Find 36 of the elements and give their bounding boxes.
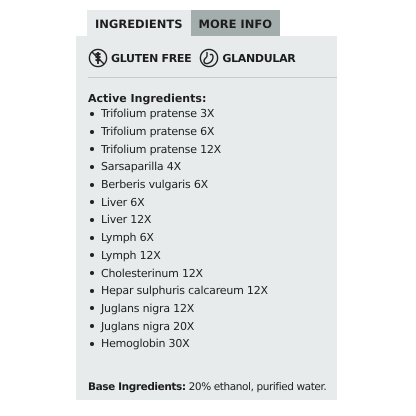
- ingredient-item: Hemoglobin 30X: [101, 337, 190, 350]
- badge-label: GLANDULAR: [222, 52, 296, 64]
- ingredient-item: Liver 12X: [101, 213, 152, 226]
- active-ingredients-heading: Active Ingredients:: [88, 92, 208, 105]
- badge-label: GLUTEN FREE: [111, 52, 192, 64]
- tab[interactable]: MORE INFO: [190, 10, 280, 36]
- ingredient-item: Juglans nigra 20X: [101, 320, 194, 333]
- bullet-icon: [90, 164, 94, 169]
- bullet-icon: [90, 112, 94, 116]
- ingredient-item: Sarsaparilla 4X: [101, 160, 181, 174]
- ingredient-item: Trifolium pratense 6X: [101, 125, 214, 138]
- bullet-icon: [90, 182, 94, 187]
- ingredient-item: Lymph 6X: [101, 231, 154, 244]
- ingredient-item: Juglans nigra 12X: [101, 302, 194, 315]
- bullet-icon: [90, 271, 94, 276]
- ingredient-item: Lymph 12X: [101, 248, 161, 262]
- ingredient-item: Cholesterinum 12X: [101, 266, 203, 280]
- bullet-icon: [90, 324, 94, 328]
- ingredient-item: Hepar sulphuris calcareum 12X: [101, 284, 268, 298]
- stomach-icon: [199, 48, 220, 68]
- ingredient-item: Trifolium pratense 3X: [101, 107, 214, 120]
- tab[interactable]: INGREDIENTS: [87, 10, 190, 36]
- ingredient-item: Berberis vulgaris 6X: [101, 178, 208, 192]
- bullet-icon: [90, 130, 94, 134]
- bullet-icon: [90, 218, 94, 222]
- bullet-icon: [90, 288, 94, 293]
- bullet-icon: [90, 236, 94, 240]
- bullet-icon: [90, 253, 94, 258]
- bullet-icon: [90, 147, 94, 152]
- ingredient-item: Trifolium pratense 12X: [101, 142, 222, 156]
- bullet-icon: [90, 306, 94, 310]
- base-ingredients-text: Base Ingredients: 20% ethanol, purified water.: [88, 380, 328, 393]
- ingredient-item: Liver 6X: [101, 196, 144, 209]
- bullet-icon: [90, 342, 94, 346]
- bullet-icon: [90, 200, 94, 204]
- wheat-crossed-icon: [88, 48, 108, 68]
